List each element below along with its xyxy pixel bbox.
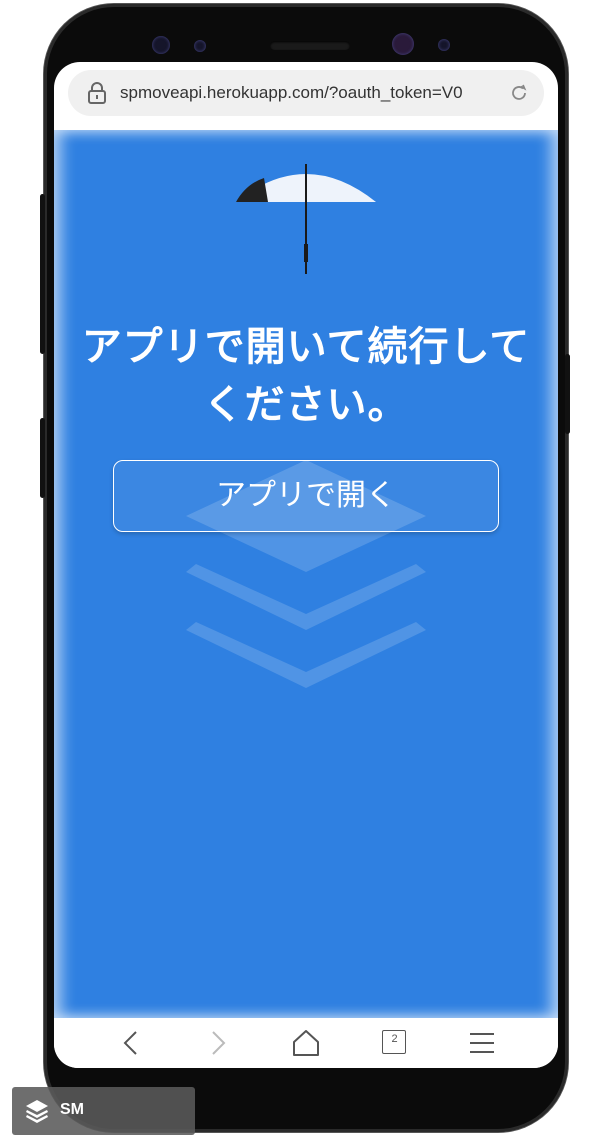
menu-icon[interactable] — [467, 1028, 497, 1058]
volume-up-button — [40, 194, 45, 354]
tab-count: 2 — [391, 1033, 398, 1045]
power-button — [565, 354, 570, 434]
home-icon[interactable] — [291, 1028, 321, 1058]
open-in-app-button[interactable]: アプリで開く — [113, 460, 499, 532]
badge-text: SM — [60, 1101, 84, 1118]
browser-nav-bar: 2 — [54, 1018, 558, 1068]
page-title-line2: ください。 — [203, 382, 409, 428]
layers-logo-icon — [26, 1100, 48, 1123]
url-text[interactable]: spmoveapi.herokuapp.com/?oauth_token=V0 — [120, 83, 496, 105]
sensor-icon — [194, 40, 206, 52]
page-content: アプリで開いて続行して ください。 アプリで開く — [54, 130, 558, 1018]
watermark-badge: SM — [12, 1087, 195, 1135]
volume-down-button — [40, 418, 45, 498]
address-bar[interactable]: spmoveapi.herokuapp.com/?oauth_token=V0 — [68, 70, 544, 116]
lock-icon — [88, 82, 106, 104]
forward-icon[interactable] — [203, 1028, 233, 1058]
back-icon[interactable] — [116, 1028, 146, 1058]
earpiece-speaker — [270, 41, 350, 50]
page-title: アプリで開いて続行して ください。 — [54, 318, 558, 434]
tabs-button[interactable]: 2 — [380, 1028, 410, 1058]
umbrella-icon — [236, 164, 376, 274]
sensor-icon — [438, 39, 450, 51]
phone-screen: spmoveapi.herokuapp.com/?oauth_token=V0 … — [54, 62, 558, 1068]
sensor-icon — [152, 36, 170, 54]
reload-icon[interactable] — [508, 82, 530, 104]
page-title-line1: アプリで開いて続行して — [81, 324, 531, 370]
front-camera-icon — [392, 33, 414, 55]
